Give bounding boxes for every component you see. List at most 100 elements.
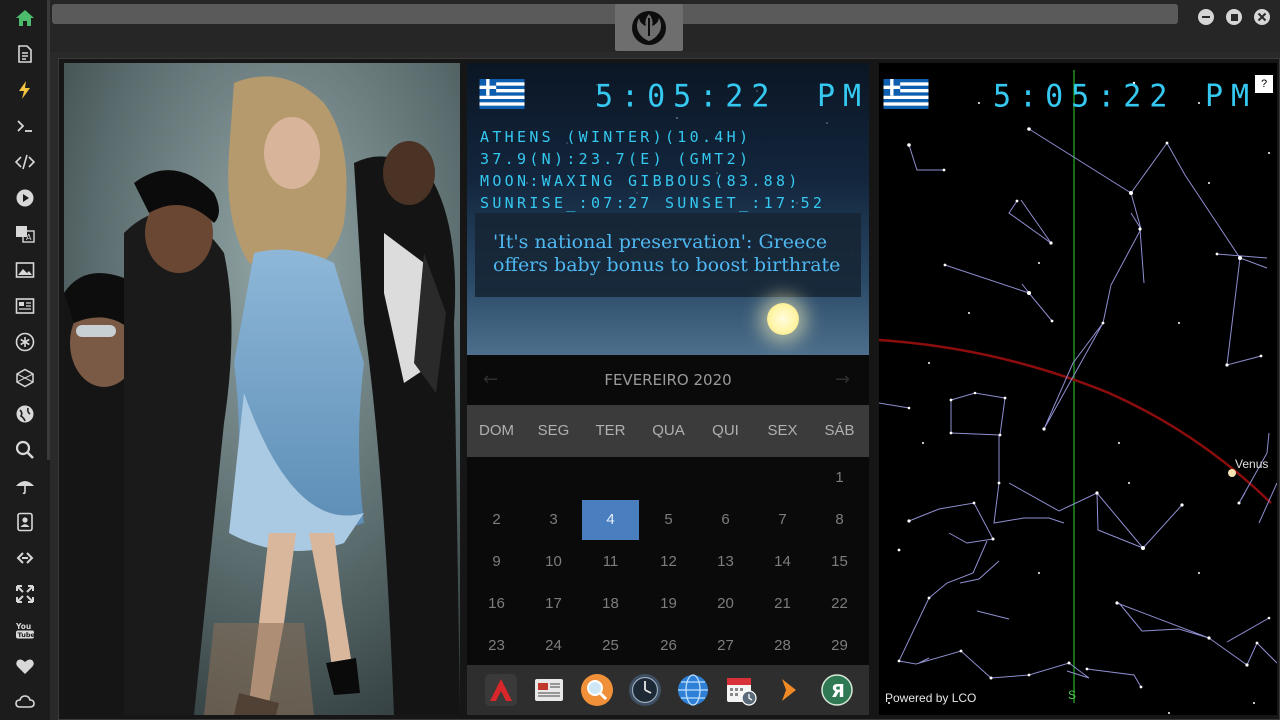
weekday-label: TER — [595, 422, 626, 439]
calendar-day[interactable]: 23 — [468, 626, 525, 666]
news-icon[interactable] — [13, 294, 37, 318]
minimize-button[interactable] — [1198, 9, 1214, 25]
calendar-day[interactable]: 21 — [754, 584, 811, 624]
calendar-day[interactable]: 27 — [697, 626, 754, 666]
youtube-icon[interactable]: You Tube — [13, 618, 37, 642]
play-icon[interactable] — [13, 186, 37, 210]
calendar-day[interactable]: 22 — [811, 584, 868, 624]
calendar-weekday-row: DOM SEG TER QUA QUI SEX SÁB — [467, 405, 869, 457]
left-sidebar: A You Tube — [0, 0, 50, 720]
calendar-day[interactable]: 20 — [697, 584, 754, 624]
yandex-app-icon[interactable]: Я — [820, 673, 854, 707]
calendar-day[interactable]: 16 — [468, 584, 525, 624]
star-chart — [879, 70, 1277, 714]
calendar-next-button[interactable]: → — [835, 369, 850, 390]
globe-icon[interactable] — [13, 402, 37, 426]
clock-weather-panel: 5:05:22 PM ATHENS (WINTER)(10.4H) 37.9(N… — [467, 63, 869, 355]
close-button[interactable] — [1254, 9, 1270, 25]
calendar-day[interactable]: 7 — [754, 500, 811, 540]
clock-ampm: PM — [817, 79, 869, 114]
calendar-day[interactable]: 3 — [525, 500, 582, 540]
calendar-day[interactable]: 1 — [811, 458, 868, 498]
lightning-icon[interactable] — [13, 78, 37, 102]
greece-flag-icon — [883, 79, 929, 109]
venus-label: Venus — [1235, 457, 1269, 471]
coordinates-line: 37.9(N):23.7(E) (GMT2) — [480, 150, 752, 168]
calendar-day[interactable]: 18 — [582, 584, 639, 624]
svg-text:A: A — [26, 233, 32, 242]
calendar-day[interactable]: 8 — [811, 500, 868, 540]
calendar-day[interactable]: 11 — [582, 542, 639, 582]
svg-text:Я: Я — [831, 681, 845, 702]
calendar-day[interactable]: 25 — [582, 626, 639, 666]
calendar-day[interactable]: 12 — [640, 542, 697, 582]
calendar-day[interactable]: 24 — [525, 626, 582, 666]
calendar-day[interactable]: 28 — [754, 626, 811, 666]
app-dock: Я — [467, 665, 869, 715]
image-icon[interactable] — [13, 258, 37, 282]
calendar-app-icon[interactable] — [724, 673, 758, 707]
calendar-widget: FEVEREIRO 2020 ← → DOM SEG TER QUA QUI S… — [467, 355, 869, 665]
weekday-label: SEG — [537, 422, 570, 439]
sky-map-panel[interactable]: 5:05:22 PM ? Venus S Powered by LCO — [879, 63, 1277, 715]
terminal-icon[interactable] — [13, 114, 37, 138]
search-icon[interactable] — [13, 438, 37, 462]
search-app-icon[interactable] — [580, 673, 614, 707]
calendar-header: FEVEREIRO 2020 — [467, 355, 869, 405]
calendar-day[interactable]: 19 — [640, 584, 697, 624]
calendar-day[interactable]: 9 — [468, 542, 525, 582]
news-headline[interactable]: 'It's national preservation': Greece off… — [475, 213, 861, 297]
calendar-day[interactable]: 15 — [811, 542, 868, 582]
calendar-day[interactable]: 6 — [697, 500, 754, 540]
red-a-app-icon[interactable] — [484, 673, 518, 707]
moon-icon — [767, 303, 799, 335]
link-icon[interactable] — [13, 546, 37, 570]
sky-clock-ampm: PM — [1205, 79, 1258, 114]
calendar-day[interactable]: 10 — [525, 542, 582, 582]
help-button[interactable]: ? — [1255, 75, 1273, 93]
cloud-icon[interactable] — [13, 690, 37, 714]
powered-by-label[interactable]: Powered by LCO — [885, 691, 976, 705]
svg-text:Tube: Tube — [18, 631, 36, 639]
calendar-day[interactable]: 13 — [697, 542, 754, 582]
globe-app-icon[interactable] — [676, 673, 710, 707]
sunrise-sunset-line: SUNRISE_:07:27 SUNSET_:17:52 — [480, 194, 826, 212]
calendar-day-today[interactable]: 4 — [582, 500, 639, 540]
rebel-logo-tab[interactable] — [615, 4, 683, 51]
maximize-button[interactable] — [1226, 9, 1242, 25]
calendar-day[interactable]: 14 — [754, 542, 811, 582]
svg-text:You: You — [15, 622, 31, 631]
calendar-prev-button[interactable]: ← — [483, 369, 498, 390]
clock-app-icon[interactable] — [628, 673, 662, 707]
calendar-day[interactable]: 2 — [468, 500, 525, 540]
weekday-label: DOM — [479, 422, 514, 439]
hexagon-icon[interactable] — [13, 366, 37, 390]
calendar-month-label: FEVEREIRO 2020 — [604, 371, 732, 389]
weekday-label: SÁB — [824, 422, 855, 439]
home-icon[interactable] — [13, 6, 37, 30]
sidebar-scrollbar[interactable] — [47, 0, 50, 460]
desktop: A You Tube 5:05:22 PM ATHENS (WINTER)(10… — [0, 0, 1280, 720]
expand-icon[interactable] — [13, 582, 37, 606]
umbrella-icon[interactable] — [13, 474, 37, 498]
calendar-day[interactable]: 26 — [640, 626, 697, 666]
news-headline-text[interactable]: 'It's national preservation': Greece off… — [493, 231, 840, 276]
south-label: S — [1068, 688, 1077, 702]
document-icon[interactable] — [13, 42, 37, 66]
heart-icon[interactable] — [13, 654, 37, 678]
code-icon[interactable] — [13, 150, 37, 174]
arrow-app-icon[interactable] — [772, 673, 806, 707]
weekday-label: QUI — [712, 422, 739, 439]
translate-icon[interactable]: A — [13, 222, 37, 246]
sky-clock-time: 5:05:22 — [993, 78, 1176, 115]
contact-icon[interactable] — [13, 510, 37, 534]
moon-phase-line: MOON:WAXING GIBBOUS(83.88) — [480, 172, 801, 190]
calendar-day[interactable]: 17 — [525, 584, 582, 624]
calendar-day[interactable]: 29 — [811, 626, 868, 666]
news-app-icon[interactable] — [532, 673, 566, 707]
rebel-alliance-icon — [632, 10, 666, 45]
asterisk-icon[interactable] — [13, 330, 37, 354]
location-line: ATHENS (WINTER)(10.4H) — [480, 128, 752, 146]
calendar-day[interactable]: 5 — [640, 500, 697, 540]
weekday-label: SEX — [767, 422, 798, 439]
